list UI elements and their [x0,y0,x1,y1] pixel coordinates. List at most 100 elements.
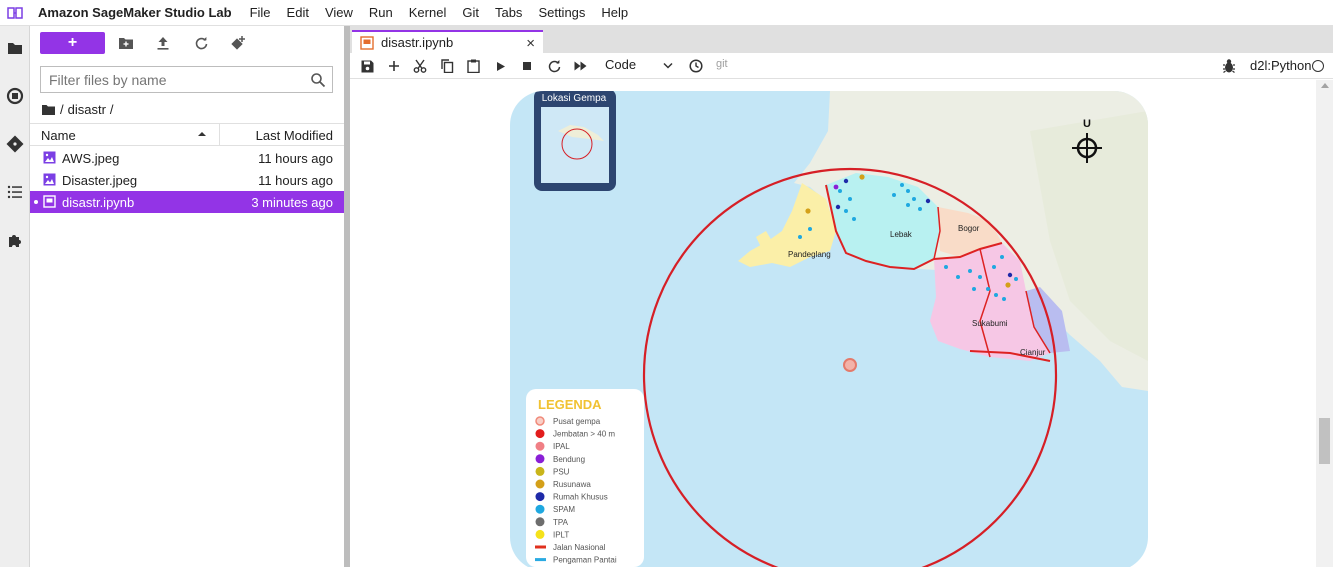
file-modified: 11 hours ago [258,151,333,166]
svg-text:U: U [1083,118,1091,130]
column-name[interactable]: Name [41,128,76,143]
legend-label: Pengaman Pantai [553,556,617,565]
cut-icon[interactable] [412,58,428,74]
main-area: disastr.ipynb × Code git d2l:Python Leba… [350,26,1333,567]
chevron-down-icon[interactable] [663,62,673,70]
file-browser-toolbar: + [30,26,344,60]
legend-item: SPAM [535,504,575,514]
legend-label: Bendung [553,455,585,464]
file-name: Disaster.jpeg [62,173,138,188]
tab-bar: disastr.ipynb × [350,26,1333,53]
notebook-toolbar: Code git d2l:Python [350,53,1333,79]
run-icon[interactable] [493,58,509,74]
tab-disastr-notebook[interactable]: disastr.ipynb × [352,30,543,53]
legend-swatch [535,517,545,527]
breadcrumb-separator: / [109,101,114,117]
legend-swatch [535,492,545,502]
menu-settings[interactable]: Settings [530,5,593,20]
file-name: AWS.jpeg [62,151,120,166]
column-last-modified[interactable]: Last Modified [256,128,333,143]
menu-help[interactable]: Help [593,5,636,20]
insert-cell-icon[interactable] [386,58,402,74]
menu-kernel[interactable]: Kernel [401,5,455,20]
image-file-icon [43,151,56,164]
legend-label: Jembatan > 40 m [553,430,615,439]
kernel-status-icon [1312,60,1324,72]
refresh-icon[interactable] [192,34,210,52]
menu-file[interactable]: File [242,5,279,20]
clock-icon[interactable] [688,58,704,74]
legend-item: IPLT [535,529,569,539]
legend-swatch [535,558,546,562]
git-icon[interactable] [5,134,25,154]
sort-ascending-icon[interactable] [197,129,207,139]
inset-map: Lokasi Gempa [534,91,616,191]
legend-swatch [535,479,545,489]
new-folder-icon[interactable] [117,34,135,52]
upload-icon[interactable] [154,34,172,52]
legend-swatch [535,416,545,426]
stop-icon[interactable] [519,58,535,74]
scroll-thumb[interactable] [1319,418,1330,464]
studio-lab-logo-icon [0,0,30,26]
menu-view[interactable]: View [317,5,361,20]
legend-label: Rumah Khusus [553,493,608,502]
legend-swatch [535,466,545,476]
fast-forward-icon[interactable] [572,58,588,74]
scroll-up-icon[interactable] [1321,83,1329,88]
kernel-name[interactable]: d2l:Python [1250,58,1311,73]
file-name: disastr.ipynb [62,195,135,210]
inset-title: Lokasi Gempa [542,93,607,104]
paste-icon[interactable] [465,58,481,74]
filter-files-input[interactable] [41,67,291,92]
folder-icon[interactable] [42,104,55,115]
table-of-contents-icon[interactable] [5,182,25,202]
running-terminals-icon[interactable] [5,86,25,106]
breadcrumb-root[interactable]: / [60,102,64,117]
file-row-aws[interactable]: AWS.jpeg 11 hours ago [30,147,344,169]
map-label-sukabumi: Sukabumi [972,319,1008,328]
legend-swatch [535,529,545,539]
legend-swatch [535,545,546,549]
copy-icon[interactable] [439,58,455,74]
new-launcher-button[interactable]: + [40,32,105,54]
folder-icon[interactable] [5,38,25,58]
menu-git[interactable]: Git [454,5,487,20]
map-label-cianjur: Cianjur [1020,348,1046,357]
file-list-header: Name Last Modified [30,123,344,146]
image-file-icon [43,173,56,186]
legend-item: IPAL [535,441,570,451]
legend-label: IPLT [553,530,569,539]
legend-item: TPA [535,517,569,527]
legend-item: PSU [535,466,570,476]
menu-tabs[interactable]: Tabs [487,5,530,20]
legend-label: SPAM [553,505,575,514]
debugger-bug-icon[interactable] [1222,58,1236,74]
legend-label: Jalan Nasional [553,543,606,552]
save-icon[interactable] [359,58,375,74]
bendung-point [833,184,839,190]
menu-edit[interactable]: Edit [279,5,317,20]
breadcrumb-folder[interactable]: disastr [68,102,106,117]
restart-icon[interactable] [546,58,562,74]
legend-swatch [535,441,545,451]
map-label-lebak: Lebak [890,230,913,239]
notebook-output: Lebak Bogor Pandeglang Sukabumi Cianjur [350,80,1316,567]
git-clone-icon[interactable] [229,34,247,52]
search-icon [311,73,326,88]
file-row-disastr-notebook[interactable]: disastr.ipynb 3 minutes ago [30,191,344,213]
legend-title: LEGENDA [538,397,602,412]
filter-files-box [40,66,333,93]
vertical-scrollbar[interactable] [1316,80,1333,567]
breadcrumb: / disastr / [42,100,114,118]
extension-manager-icon[interactable] [5,230,25,250]
git-diff-button[interactable]: git [716,58,728,70]
running-indicator [34,200,38,204]
legend-swatch [535,429,545,439]
file-row-disaster[interactable]: Disaster.jpeg 11 hours ago [30,169,344,191]
close-icon[interactable]: × [526,35,535,52]
column-divider[interactable] [219,124,220,146]
menu-run[interactable]: Run [361,5,401,20]
legend-label: IPAL [553,442,570,451]
epicenter-marker [843,358,857,372]
